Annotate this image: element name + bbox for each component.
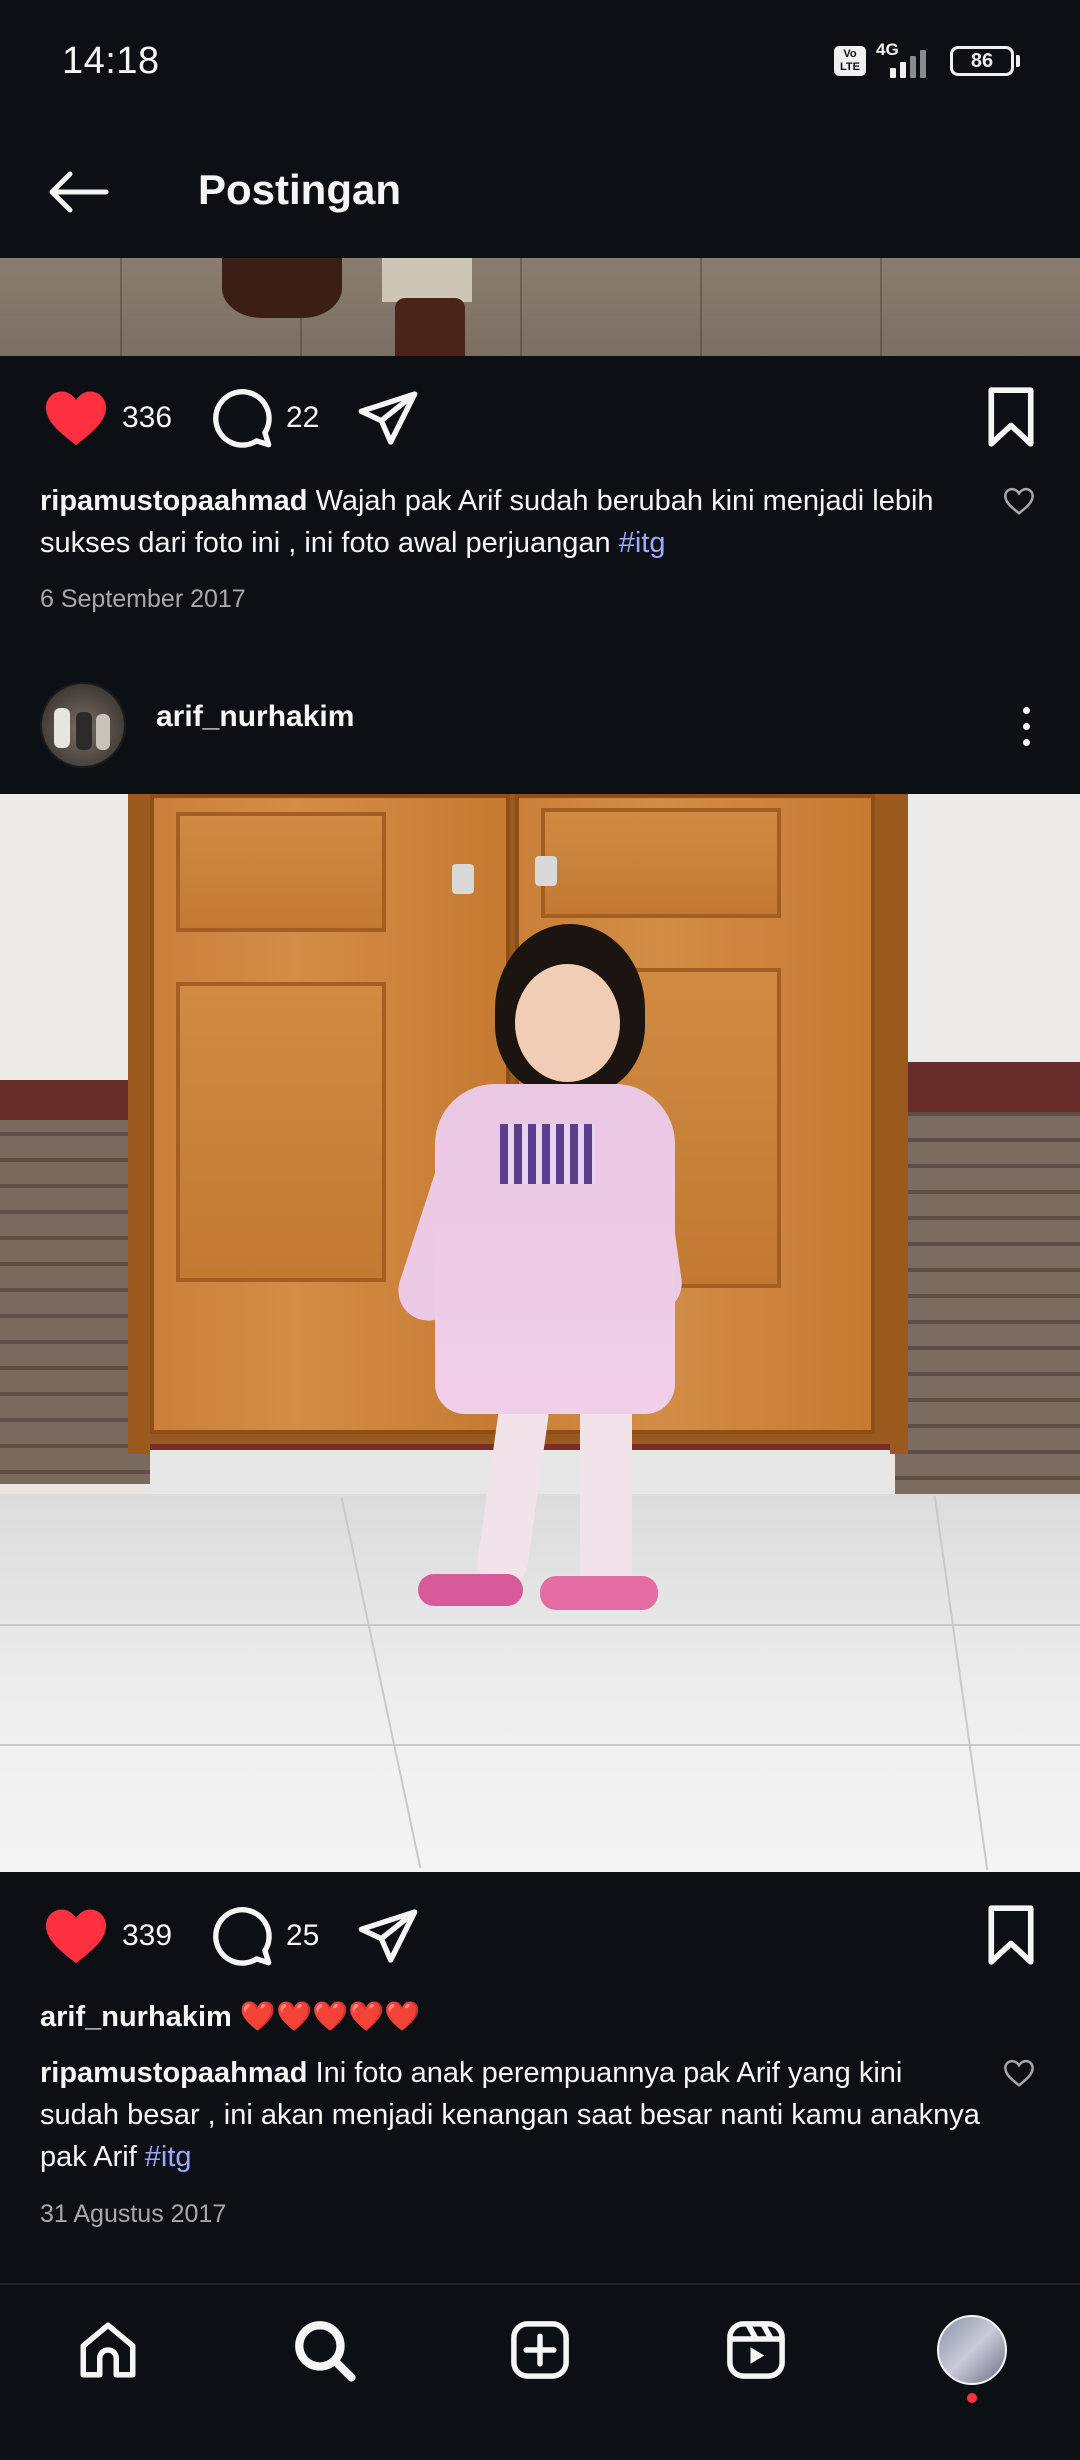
top-app-bar: Postingan (0, 128, 1080, 256)
post1-comment-count: 22 (286, 401, 320, 434)
caption-username[interactable]: ripamustopaahmad (40, 485, 308, 517)
more-options-button[interactable] (1002, 696, 1050, 756)
back-button[interactable] (40, 154, 116, 230)
comment-icon (213, 1907, 272, 1966)
post2-share-button[interactable] (356, 1888, 420, 1984)
post1-comment-button[interactable]: 22 (210, 370, 319, 466)
post2-date: 31 Agustus 2017 (40, 2200, 227, 2228)
home-icon (80, 2322, 136, 2378)
owner-comment-text: ❤️❤️❤️❤️❤️ (239, 2001, 421, 2033)
heart-outline-icon (1004, 487, 1034, 515)
post2-avatar[interactable] (40, 682, 126, 768)
post2-like-button[interactable]: 339 (42, 1888, 172, 1984)
post2-caption: ripamustopaahmad Ini foto anak perempuan… (40, 2052, 980, 2178)
post2-caption-like-button[interactable] (1002, 2058, 1036, 2093)
owner-comment-username[interactable]: arif_nurhakim (40, 2001, 232, 2033)
post2-action-bar: 339 25 (0, 1888, 1080, 1984)
reels-icon (727, 2321, 785, 2379)
battery-icon: 86 (950, 46, 1014, 76)
heart-filled-icon (46, 1909, 106, 1964)
post2-like-count: 339 (122, 1919, 173, 1952)
nav-home[interactable] (0, 2285, 216, 2415)
profile-avatar (937, 2315, 1007, 2385)
heart-outline-icon (1004, 2059, 1034, 2087)
post1-like-count: 336 (122, 401, 173, 434)
signal-icon: 4G (876, 40, 940, 78)
status-time: 14:18 (62, 40, 160, 82)
notification-dot (967, 2393, 977, 2403)
bookmark-icon (988, 387, 1034, 447)
bottom-navigation (0, 2285, 1080, 2460)
post1-save-button[interactable] (984, 386, 1038, 453)
post1-share-button[interactable] (356, 370, 420, 466)
create-icon (511, 2321, 569, 2379)
nav-search[interactable] (216, 2285, 432, 2415)
caption-hashtag[interactable]: #itg (145, 2141, 192, 2173)
post2-username[interactable]: arif_nurhakim (156, 700, 354, 734)
more-vertical-icon (1022, 706, 1030, 746)
nav-reels[interactable] (648, 2285, 864, 2415)
search-icon (295, 2321, 356, 2382)
post1-like-button[interactable]: 336 (42, 370, 172, 466)
nav-create[interactable] (432, 2285, 648, 2415)
nav-profile[interactable] (864, 2285, 1080, 2415)
arrow-left-icon (49, 171, 109, 213)
page-title: Postingan (198, 166, 402, 213)
caption-username[interactable]: ripamustopaahmad (40, 2057, 308, 2089)
comment-icon (213, 389, 272, 448)
post1-caption: ripamustopaahmad Wajah pak Arif sudah be… (40, 480, 980, 564)
post2-comment-count: 25 (286, 1919, 320, 1952)
post2-image[interactable] (0, 794, 1080, 1872)
post-image-previous[interactable] (0, 258, 1080, 356)
volte-icon: Vo LTE (834, 46, 866, 76)
send-icon (358, 1909, 418, 1963)
post2-header: arif_nurhakim (0, 672, 1080, 792)
post1-caption-like-button[interactable] (1002, 486, 1036, 521)
battery-level: 86 (970, 49, 994, 72)
status-bar: 14:18 Vo LTE 4G 86 (0, 0, 1080, 128)
send-icon (358, 391, 418, 445)
heart-filled-icon (46, 391, 106, 446)
post1-date: 6 September 2017 (40, 585, 246, 613)
status-indicators: Vo LTE 4G 86 (834, 40, 1020, 78)
post2-save-button[interactable] (984, 1904, 1038, 1971)
post1-action-bar: 336 22 (0, 370, 1080, 466)
bookmark-icon (988, 1905, 1034, 1965)
caption-hashtag[interactable]: #itg (619, 527, 666, 559)
post2-comment-button[interactable]: 25 (210, 1888, 319, 1984)
post2-owner-comment: arif_nurhakim ❤️❤️❤️❤️❤️ (40, 1996, 980, 2038)
